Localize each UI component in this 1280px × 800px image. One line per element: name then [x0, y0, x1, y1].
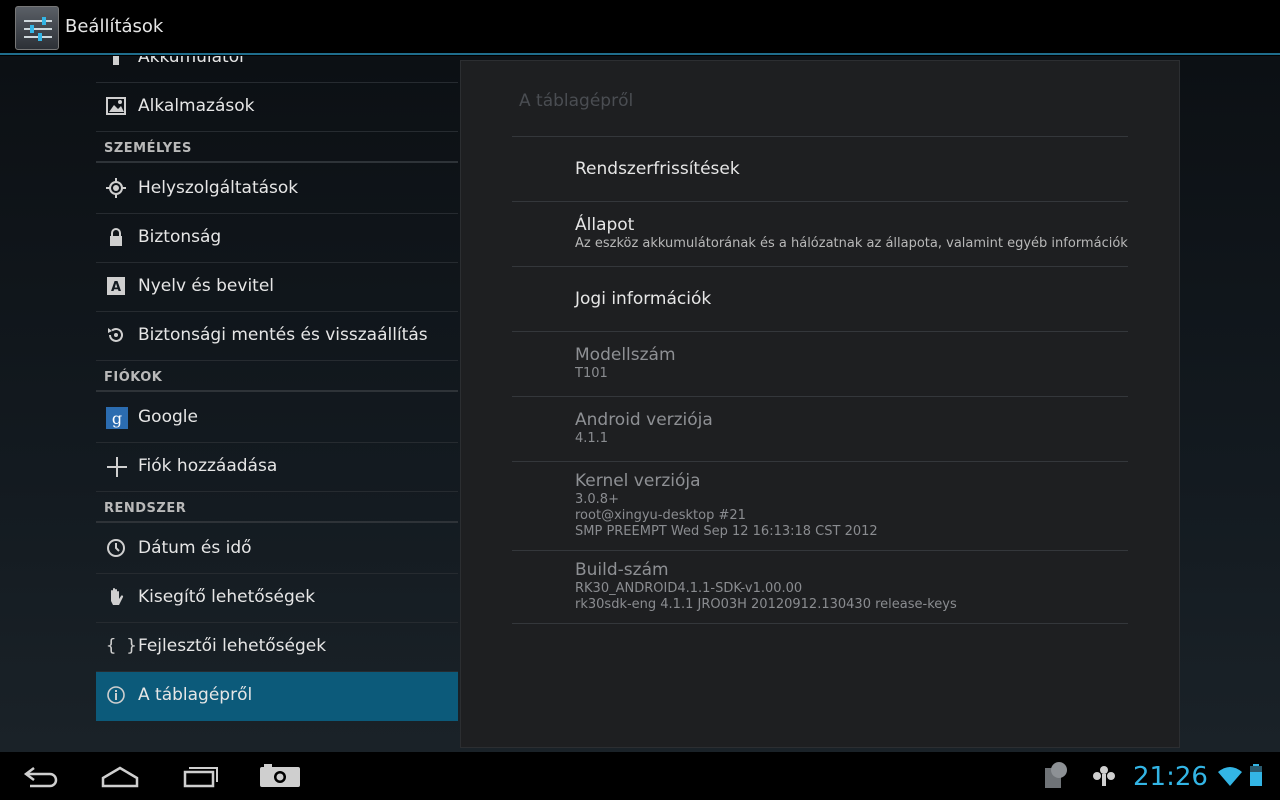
pref-android-version[interactable]: Android verziója 4.1.1 [575, 409, 1135, 447]
sidebar-item-add-account[interactable]: Fiók hozzáadása [96, 443, 458, 492]
recent-apps-icon [183, 767, 218, 788]
action-bar: Beállítások [0, 0, 1280, 55]
hand-icon [106, 587, 126, 607]
pref-summary: 4.1.1 [575, 431, 609, 446]
lock-icon [106, 227, 126, 247]
restore-icon [106, 325, 126, 345]
clock-icon [106, 538, 126, 558]
svg-text:A: A [111, 280, 121, 295]
sidebar-item-language[interactable]: A Nyelv és bevitel [96, 263, 458, 312]
sidebar-item-developer[interactable]: { } Fejlesztői lehetőségek [96, 623, 458, 672]
pref-summary-line: RK30_ANDROID4.1.1-SDK-v1.00.00 [575, 581, 803, 596]
section-header-label: FIÓKOK [104, 370, 163, 385]
system-bar: 21:26 [0, 752, 1280, 800]
sidebar-item-battery[interactable]: Akkumulátor [96, 56, 458, 83]
camera-icon [260, 764, 300, 787]
sidebar-item-label: A táblagépről [138, 685, 253, 705]
keyboard-icon: A [106, 276, 126, 296]
apps-icon [106, 96, 126, 116]
pane-title: A táblagépről [519, 91, 634, 111]
divider [512, 136, 1128, 137]
pref-summary-line: SMP PREEMPT Wed Sep 12 16:13:18 CST 2012 [575, 524, 878, 539]
usb-debug-notification-icon[interactable] [1092, 760, 1116, 792]
home-button[interactable] [100, 760, 140, 792]
divider [512, 266, 1128, 267]
settings-sidebar: Akkumulátor Alkalmazások SZEMÉLYES Helys… [96, 56, 458, 722]
sidebar-item-label: Helyszolgáltatások [138, 178, 299, 198]
pref-title: Rendszerfrissítések [575, 159, 740, 179]
sidebar-item-about-tablet[interactable]: A táblagépről [96, 672, 458, 721]
pref-summary: Az eszköz akkumulátorának és a hálózatna… [575, 236, 1128, 251]
pref-system-updates[interactable]: Rendszerfrissítések [575, 158, 1135, 180]
sidebar-item-label: Fejlesztői lehetőségek [138, 636, 327, 656]
battery-status-icon [1249, 760, 1263, 792]
pref-summary-line: 3.0.8+ [575, 492, 619, 507]
section-header-personal: SZEMÉLYES [96, 132, 458, 163]
pref-title: Állapot [575, 215, 635, 235]
sidebar-item-label: Fiók hozzáadása [138, 456, 278, 476]
pref-legal-info[interactable]: Jogi információk [575, 288, 1135, 310]
sidebar-item-label: Google [138, 407, 198, 427]
recent-apps-button[interactable] [181, 760, 221, 792]
braces-icon: { } [106, 636, 137, 656]
sidebar-item-label: Alkalmazások [138, 96, 255, 116]
sidebar-item-label: Biztonsági mentés és visszaállítás [138, 325, 428, 345]
screenshot-button[interactable] [259, 760, 301, 792]
sidebar-item-date-time[interactable]: Dátum és idő [96, 525, 458, 574]
pref-summary-line: root@xingyu-desktop #21 [575, 508, 746, 523]
google-icon: g [106, 407, 128, 429]
divider [512, 331, 1128, 332]
sidebar-item-label: Dátum és idő [138, 538, 252, 558]
sidebar-item-label: Kisegítő lehetőségek [138, 587, 316, 607]
pref-status[interactable]: Állapot Az eszköz akkumulátorának és a h… [575, 214, 1135, 252]
sidebar-item-accessibility[interactable]: Kisegítő lehetőségek [96, 574, 458, 623]
sidebar-item-label: Akkumulátor [138, 56, 247, 67]
settings-app-icon[interactable] [15, 6, 59, 50]
pref-title: Jogi információk [575, 289, 712, 309]
pref-title: Build-szám [575, 560, 669, 580]
wifi-icon [1216, 760, 1244, 792]
app-title: Beállítások [65, 16, 164, 37]
back-icon [23, 767, 58, 788]
pref-summary-line: rk30sdk-eng 4.1.1 JRO03H 20120912.130430… [575, 597, 957, 612]
pref-title: Android verziója [575, 410, 713, 430]
status-clock[interactable]: 21:26 [1133, 762, 1208, 792]
pref-kernel-version: Kernel verziója 3.0.8+ root@xingyu-deskt… [575, 470, 1135, 540]
location-icon [106, 178, 126, 198]
pref-title: Kernel verziója [575, 471, 701, 491]
section-header-label: RENDSZER [104, 501, 187, 516]
sidebar-item-backup[interactable]: Biztonsági mentés és visszaállítás [96, 312, 458, 361]
sidebar-item-label: Biztonság [138, 227, 222, 247]
battery-icon [106, 56, 126, 67]
section-header-accounts: FIÓKOK [96, 361, 458, 392]
sidebar-item-location[interactable]: Helyszolgáltatások [96, 165, 458, 214]
sidebar-item-label: Nyelv és bevitel [138, 276, 275, 296]
pref-model-number: Modellszám T101 [575, 344, 1135, 382]
section-header-system: RENDSZER [96, 492, 458, 523]
home-icon [101, 766, 139, 788]
sidebar-item-apps[interactable]: Alkalmazások [96, 83, 458, 132]
divider [512, 201, 1128, 202]
pref-title: Modellszám [575, 345, 676, 365]
divider [512, 550, 1128, 551]
pref-summary: T101 [575, 366, 608, 381]
sidebar-item-security[interactable]: Biztonság [96, 214, 458, 263]
add-icon [106, 456, 127, 477]
info-icon [106, 685, 126, 705]
section-header-label: SZEMÉLYES [104, 141, 192, 156]
back-button[interactable] [22, 760, 62, 792]
sd-card-notification-icon[interactable] [1043, 760, 1071, 792]
pref-build-number[interactable]: Build-szám RK30_ANDROID4.1.1-SDK-v1.00.0… [575, 559, 1135, 613]
about-tablet-pane: A táblagépről Rendszerfrissítések Állapo… [460, 60, 1180, 748]
divider [512, 396, 1128, 397]
sidebar-item-google[interactable]: g Google [96, 394, 458, 443]
divider [512, 461, 1128, 462]
svg-text:g: g [112, 409, 122, 428]
divider [512, 623, 1128, 624]
